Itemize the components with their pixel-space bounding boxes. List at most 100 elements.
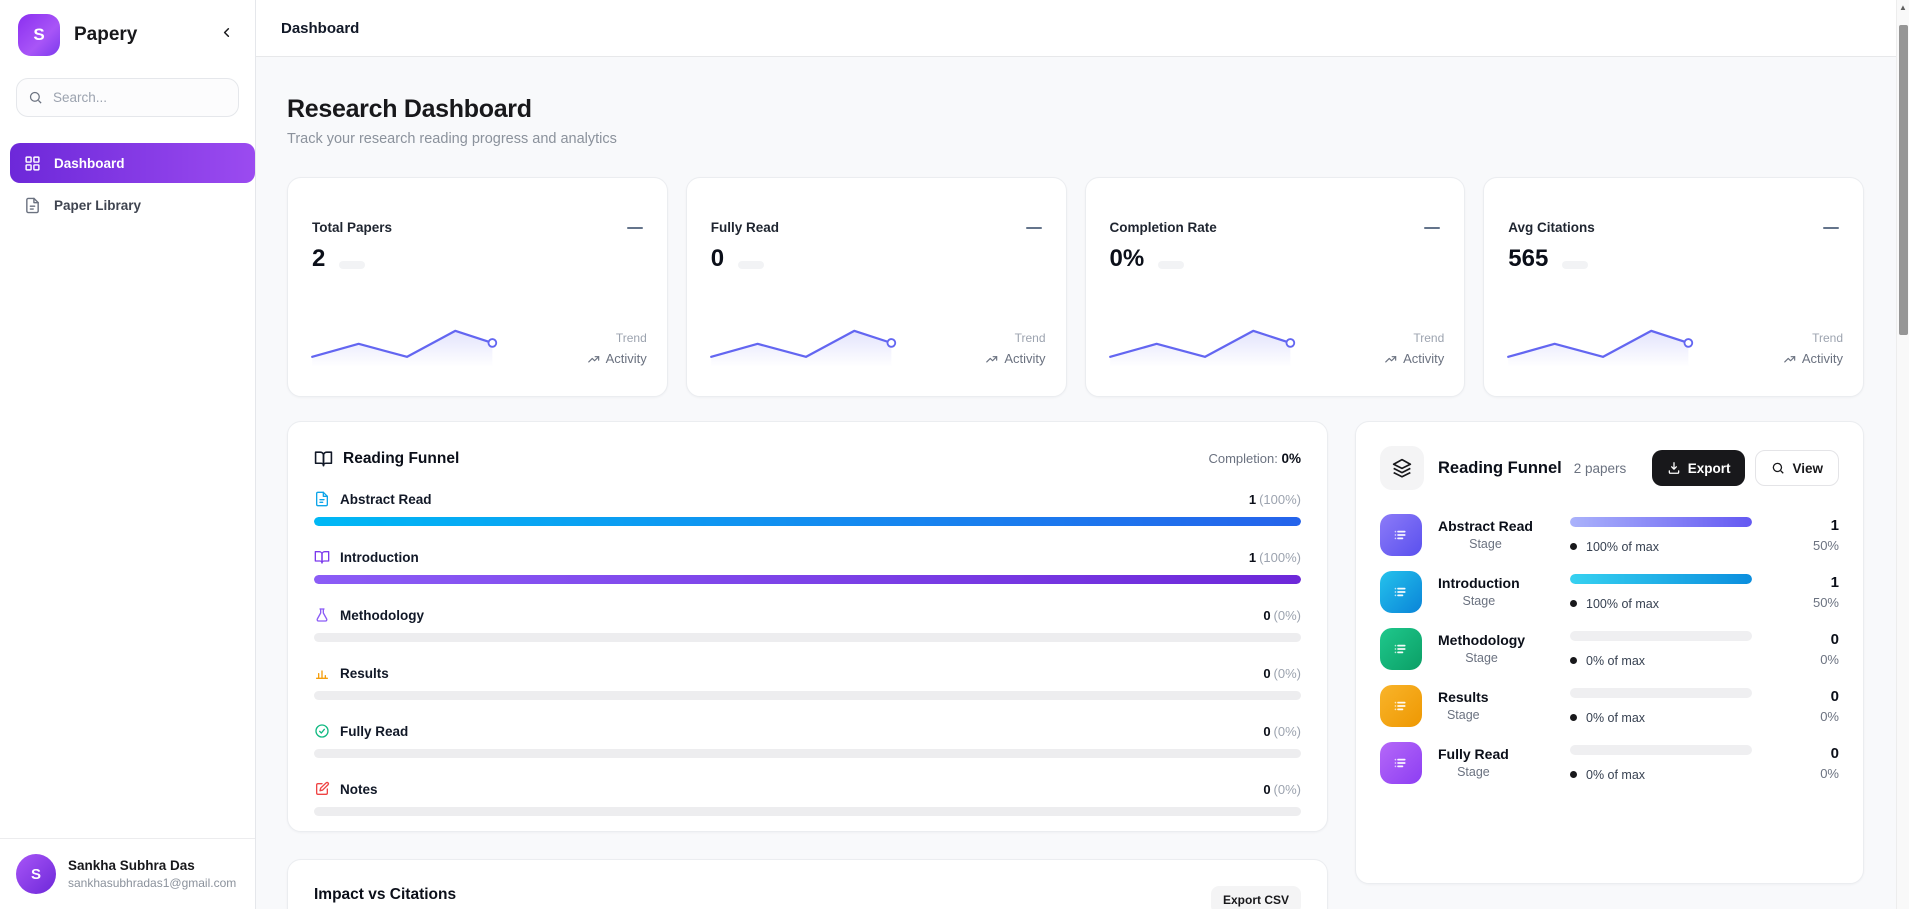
activity-label: Activity [606,351,647,366]
bar-chart-icon [314,665,331,682]
stage-value: 0 [1795,745,1839,762]
funnel-row-results: Results 0(0%) [314,665,1301,700]
progress-track [314,807,1301,816]
user-email: sankhasubhradas1@gmail.com [68,876,236,890]
stat-value: 2 [312,247,325,271]
stage-row-results: Results Stage 0% of max 0 0% [1380,685,1839,727]
stage-sub: Stage [1438,708,1489,722]
app-logo: S [18,14,60,56]
sidebar-item-dashboard[interactable]: Dashboard [10,143,255,183]
activity-label: Activity [1004,351,1045,366]
funnel-row-label: Abstract Read [340,492,432,507]
stage-name: Results [1438,689,1489,705]
chevron-left-icon [219,25,234,45]
logo-row: S Papery [0,0,255,66]
list-icon [1380,742,1422,784]
app-name: Papery [74,24,213,46]
bullet-dot [1570,657,1577,664]
list-icon [1380,685,1422,727]
scroll-up-arrow-icon[interactable]: ▲ [1897,3,1909,12]
trending-up-icon [1384,352,1398,366]
stat-card-fully-read: Fully Read 0 Trend Activity [686,177,1067,397]
layers-icon [1380,446,1424,490]
trend-label: Trend [1384,331,1444,345]
sidebar-item-paper-library[interactable]: Paper Library [10,185,255,225]
stage-sub: Stage [1438,765,1509,779]
content: Research Dashboard Track your research r… [256,57,1896,909]
stat-card-completion-rate: Completion Rate 0% Trend Activity [1085,177,1466,397]
sidebar-collapse-button[interactable] [213,22,239,48]
minus-icon [1424,227,1440,229]
stage-pct: 50% [1795,538,1839,553]
funnel-title: Reading Funnel [343,450,459,468]
stat-label: Avg Citations [1508,220,1839,235]
stage-progress-track [1570,574,1752,584]
stage-name: Abstract Read [1438,518,1533,534]
funnel-row-label: Introduction [340,550,419,565]
funnel-row-fully-read: Fully Read 0(0%) [314,723,1301,758]
impact-vs-citations-card: Impact vs Citations Export CSV [287,859,1328,909]
sparkline-chart [1502,316,1702,368]
bullet-dot [1570,600,1577,607]
left-column: Reading Funnel Completion: 0% [287,421,1328,909]
stage-pct: 0% [1795,652,1839,667]
funnel-row-pct: (0%) [1274,724,1301,739]
stage-max-label: 100% of max [1586,597,1659,611]
list-icon [1380,571,1422,613]
stage-max-label: 0% of max [1586,654,1645,668]
stat-placeholder-pill [1158,261,1184,269]
progress-fill [314,517,1301,526]
minus-icon [627,227,643,229]
export-csv-button[interactable]: Export CSV [1211,886,1301,909]
progress-track [314,633,1301,642]
stat-card-avg-citations: Avg Citations 565 Trend Activity [1483,177,1864,397]
search-input[interactable] [16,78,239,117]
flask-icon [314,607,331,624]
stat-label: Completion Rate [1110,220,1441,235]
stage-value: 0 [1795,631,1839,648]
funnel-row-count: 0 [1263,666,1270,681]
bullet-dot [1570,714,1577,721]
book-open-icon [314,549,331,566]
impact-title: Impact vs Citations [314,886,456,904]
export-button[interactable]: Export [1652,450,1746,486]
file-text-icon [314,491,331,508]
stat-placeholder-pill [1562,261,1588,269]
funnel-row-introduction: Introduction 1(100%) [314,549,1301,584]
funnel-row-count: 1 [1249,492,1256,507]
stat-card-total-papers: Total Papers 2 Trend Activity [287,177,668,397]
stage-progress-fill [1570,574,1752,584]
activity-label: Activity [1403,351,1444,366]
funnel-row-count: 0 [1263,782,1270,797]
minus-icon [1026,227,1042,229]
stage-value: 1 [1795,574,1839,591]
avatar: S [16,854,56,894]
stage-progress-fill [1570,517,1752,527]
bullet-dot [1570,771,1577,778]
vertical-scrollbar[interactable]: ▲ [1896,0,1909,909]
stat-label: Total Papers [312,220,643,235]
funnel-row-pct: (0%) [1274,608,1301,623]
stage-max-label: 0% of max [1586,711,1645,725]
stage-value: 0 [1795,688,1839,705]
papers-count: 2 papers [1574,461,1652,476]
funnel-row-pct: (0%) [1274,782,1301,797]
stage-sub: Stage [1438,594,1520,608]
scrollbar-thumb[interactable] [1899,25,1908,335]
user-profile[interactable]: S Sankha Subhra Das sankhasubhradas1@gma… [0,838,255,909]
funnel-row-methodology: Methodology 0(0%) [314,607,1301,642]
stat-label: Fully Read [711,220,1042,235]
progress-track [314,691,1301,700]
trend-label: Trend [1783,331,1843,345]
stage-pct: 0% [1795,766,1839,781]
completion-value: 0% [1281,451,1301,466]
stage-sub: Stage [1438,537,1533,551]
view-button[interactable]: View [1755,450,1839,486]
funnel-row-pct: (100%) [1259,492,1301,507]
main-area: Dashboard Research Dashboard Track your … [256,0,1896,909]
trending-up-icon [587,352,601,366]
search-icon [1771,461,1785,475]
progress-track [314,575,1301,584]
sidebar: S Papery Dashboard Paper Library S Sank [0,0,256,909]
stat-value: 565 [1508,247,1548,271]
